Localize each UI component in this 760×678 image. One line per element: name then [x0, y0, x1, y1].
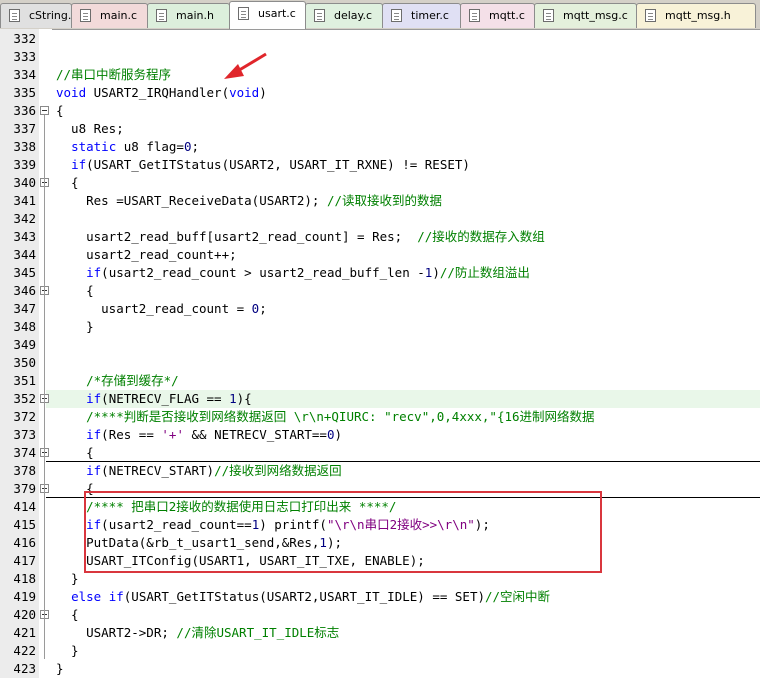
red-arrow-icon [224, 52, 267, 79]
